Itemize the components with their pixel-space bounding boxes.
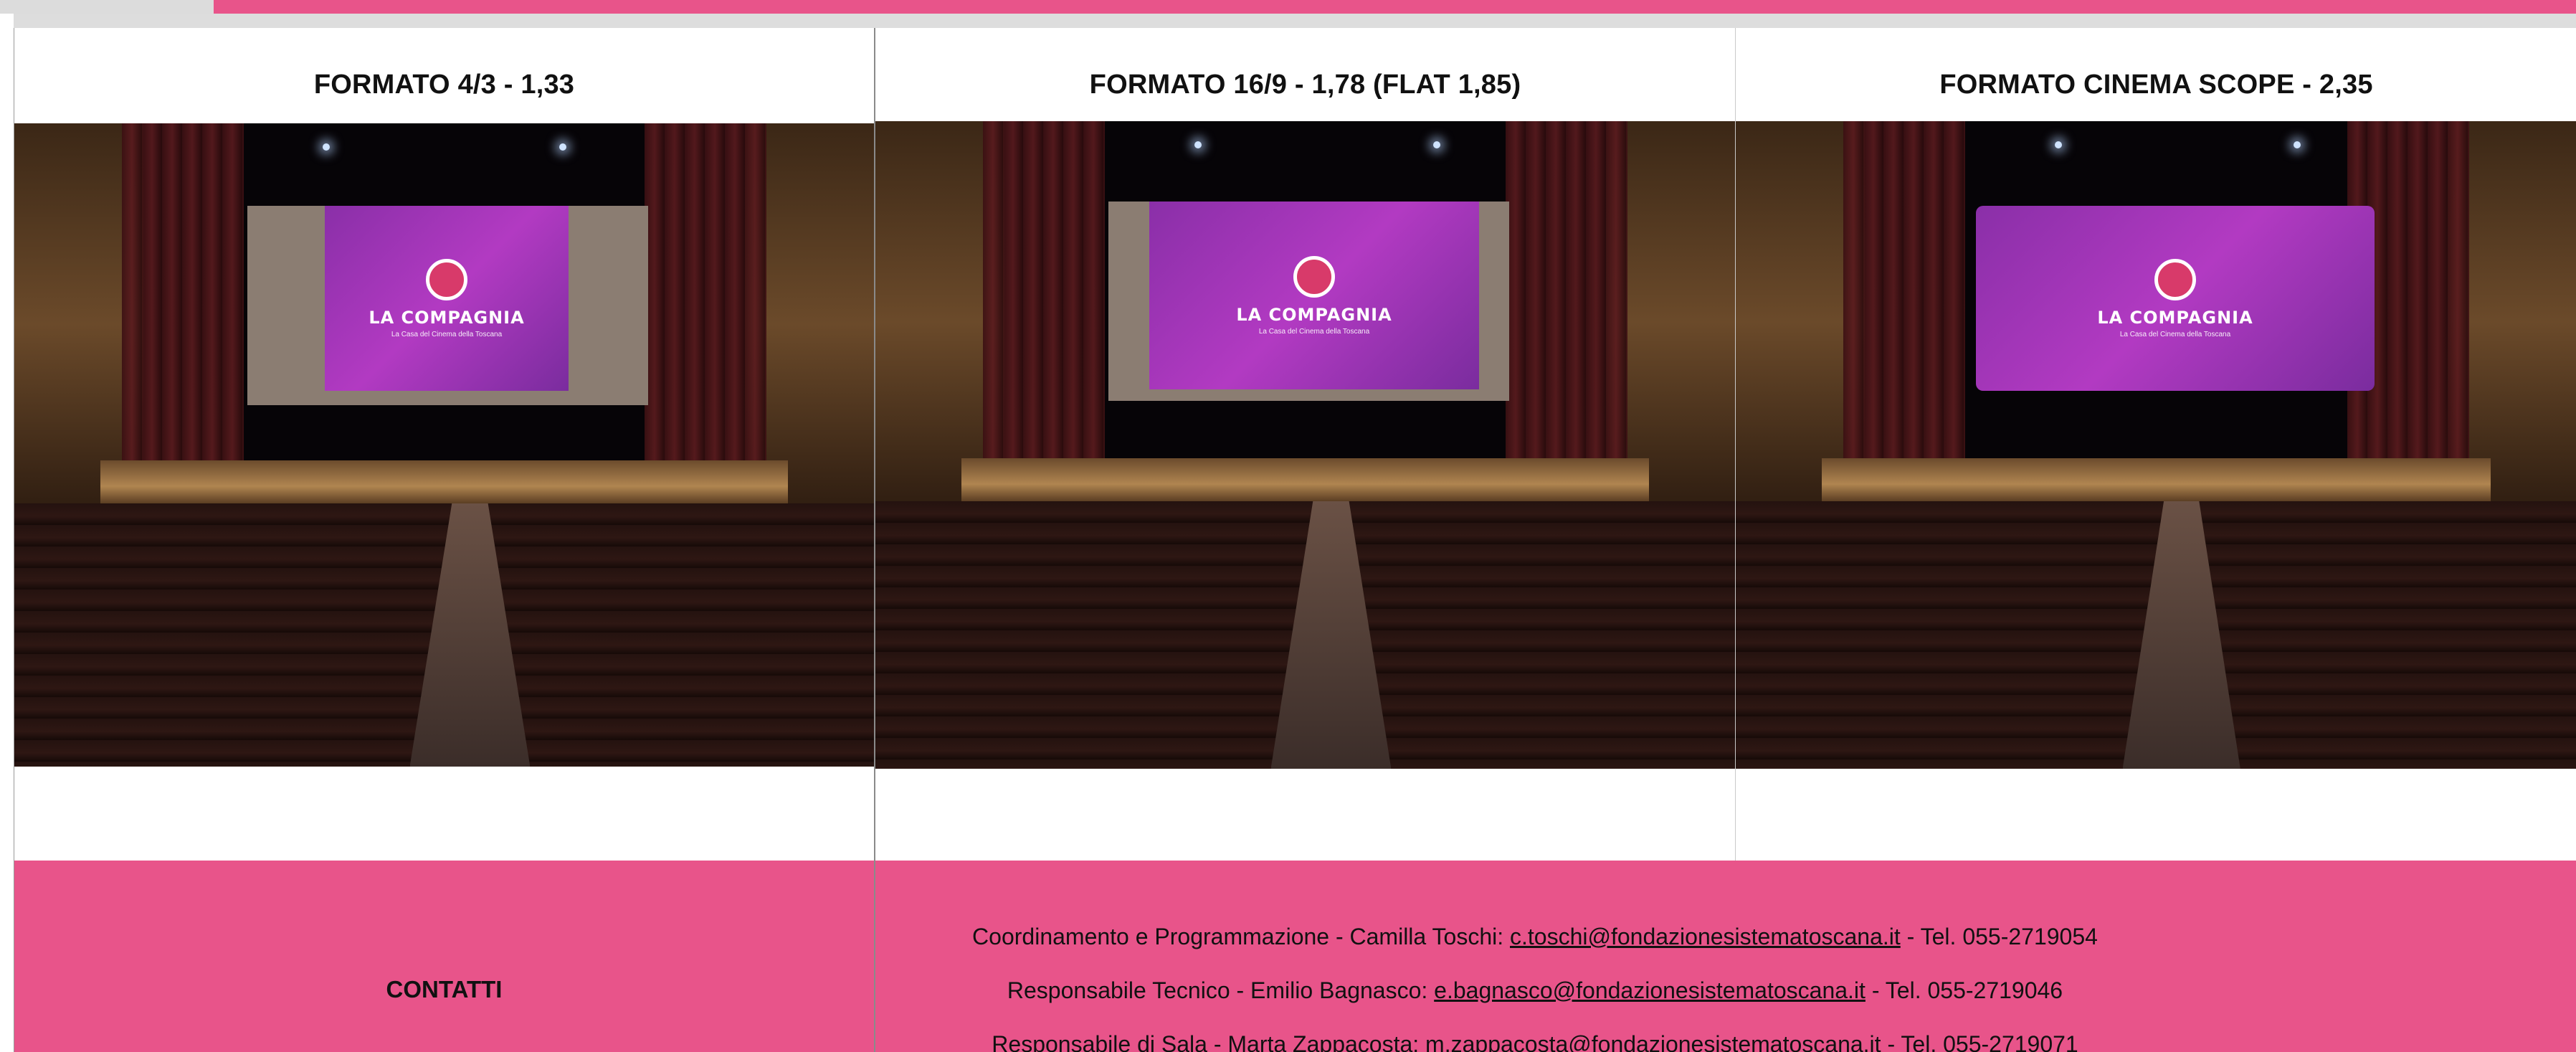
- page: FORMATO 4/3 - 1,33 LA COMPAGNIA La Casa …: [0, 0, 2576, 1052]
- contacts-row: CONTATTI Coordinamento e Programmazione …: [14, 861, 2576, 1052]
- cinema-hall-photo: LA COMPAGNIA La Casa del Cinema della To…: [875, 121, 1735, 769]
- screen-title: LA COMPAGNIA: [2097, 307, 2253, 328]
- contact-line-sala: Responsabile di Sala - Marta Zappacosta:…: [875, 1031, 2195, 1052]
- screen-subtitle: La Casa del Cinema della Toscana: [1258, 327, 1370, 336]
- compagnia-logo-icon: [426, 258, 467, 300]
- format-column-16-9: FORMATO 16/9 - 1,78 (FLAT 1,85) LA COMPA…: [875, 28, 1736, 861]
- contact-phone: - Tel. 055-2719054: [1900, 924, 2098, 949]
- compagnia-logo-icon: [2154, 258, 2196, 300]
- projection-screen: LA COMPAGNIA La Casa del Cinema della To…: [1149, 202, 1479, 389]
- contact-email-link[interactable]: m.zappacosta@fondazionesistematoscana.it: [1425, 1031, 1881, 1052]
- contact-email-link[interactable]: c.toschi@fondazionesistematoscana.it: [1510, 924, 1901, 949]
- screen-subtitle: La Casa del Cinema della Toscana: [391, 330, 503, 338]
- top-banner: [214, 0, 2576, 14]
- contacts-label: CONTATTI: [386, 976, 503, 1003]
- top-tab-grey[interactable]: [0, 0, 214, 14]
- screen-title: LA COMPAGNIA: [369, 307, 525, 328]
- format-title: FORMATO CINEMA SCOPE - 2,35: [1939, 70, 2373, 100]
- contact-phone: - Tel. 055-2719071: [1881, 1031, 2078, 1052]
- format-column-4-3: FORMATO 4/3 - 1,33 LA COMPAGNIA La Casa …: [14, 28, 875, 861]
- projection-screen: LA COMPAGNIA La Casa del Cinema della To…: [1976, 206, 2375, 391]
- contact-role: Responsabile Tecnico - Emilio Bagnasco:: [1007, 977, 1435, 1003]
- compagnia-logo-icon: [1293, 255, 1335, 298]
- format-column-cinema-scope: FORMATO CINEMA SCOPE - 2,35 LA COMPAGNIA…: [1736, 28, 2576, 861]
- cinema-hall-photo: LA COMPAGNIA La Casa del Cinema della To…: [1736, 121, 2576, 769]
- contact-line-tecnico: Responsabile Tecnico - Emilio Bagnasco: …: [875, 977, 2195, 1004]
- screen-title: LA COMPAGNIA: [1236, 304, 1392, 325]
- contact-email-link[interactable]: e.bagnasco@fondazionesistematoscana.it: [1434, 977, 1866, 1003]
- left-margin: [0, 14, 14, 1052]
- contact-role: Coordinamento e Programmazione - Camilla…: [972, 924, 1510, 949]
- projection-screen: LA COMPAGNIA La Casa del Cinema della To…: [325, 206, 569, 391]
- contacts-list: Coordinamento e Programmazione - Camilla…: [875, 861, 2195, 1052]
- cinema-hall-photo: LA COMPAGNIA La Casa del Cinema della To…: [14, 123, 874, 767]
- screen-subtitle: La Casa del Cinema della Toscana: [2119, 330, 2231, 338]
- contact-role: Responsabile di Sala - Marta Zappacosta:: [992, 1031, 1426, 1052]
- format-title: FORMATO 16/9 - 1,78 (FLAT 1,85): [1089, 70, 1521, 100]
- contacts-label-cell: CONTATTI: [14, 861, 875, 1052]
- format-title: FORMATO 4/3 - 1,33: [313, 70, 575, 100]
- contact-line-coordinamento: Coordinamento e Programmazione - Camilla…: [875, 924, 2195, 950]
- column-ruler: [14, 14, 2576, 29]
- formats-table: FORMATO 4/3 - 1,33 LA COMPAGNIA La Casa …: [14, 28, 2576, 1052]
- contact-phone: - Tel. 055-2719046: [1865, 977, 2063, 1003]
